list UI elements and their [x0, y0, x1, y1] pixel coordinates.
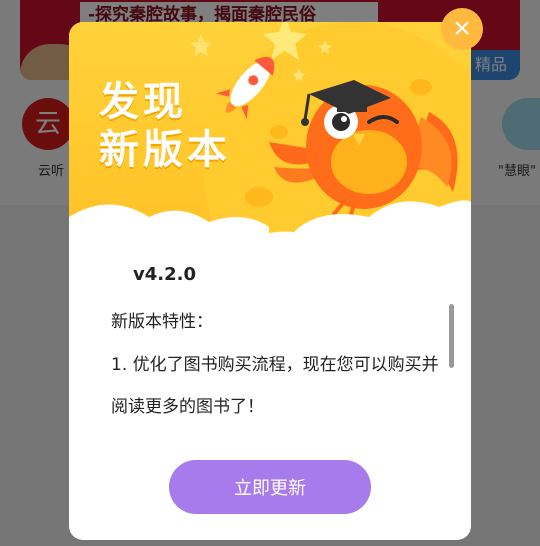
dialog-title: 发现 新版本 [99, 78, 231, 174]
update-dialog: 发现 新版本 v4.2.0 新版本特性： 1. 优化了图书购买流程，现在您可以购… [69, 22, 471, 540]
features-label: 新版本特性： [111, 312, 213, 332]
feature-item: 1. 优化了图书购买流程，现在您可以购买并阅读更多的图书了！ [111, 355, 439, 417]
scrollbar[interactable] [449, 304, 454, 368]
update-now-button[interactable]: 立即更新 [169, 460, 371, 514]
title-line-2: 新版本 [99, 127, 231, 173]
close-icon[interactable]: × [441, 8, 483, 50]
version-number: v4.2.0 [133, 264, 196, 285]
dialog-header: 发现 新版本 [69, 22, 471, 282]
title-line-1: 发现 [99, 79, 187, 125]
